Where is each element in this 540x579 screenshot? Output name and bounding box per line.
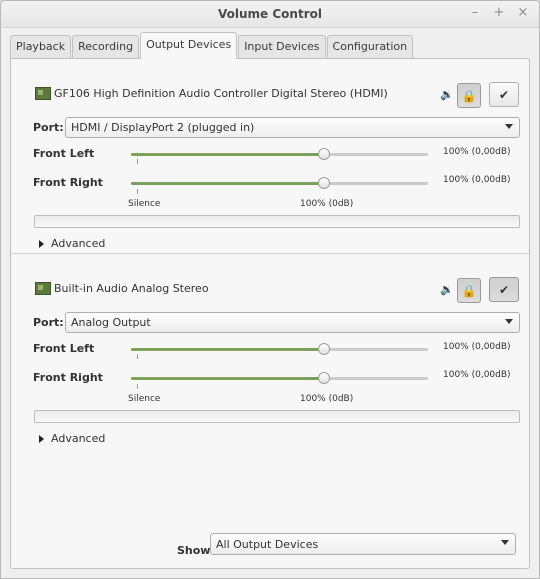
advanced-label: Advanced (51, 432, 106, 445)
window-title: Volume Control (218, 7, 322, 21)
device-name: GF106 High Definition Audio Controller D… (54, 87, 388, 100)
channel-value: 100% (0,00dB) (443, 147, 511, 157)
slider-knob[interactable] (318, 177, 331, 189)
tab-output-devices[interactable]: Output Devices (140, 32, 238, 59)
lock-icon: 🔒 (461, 283, 477, 298)
peak-meter (34, 410, 520, 423)
scale-silence-label: Silence (128, 199, 161, 209)
speaker-icon: 🔉 (440, 88, 454, 101)
channel-value: 100% (0,00dB) (443, 175, 511, 185)
port-value: HDMI / DisplayPort 2 (plugged in) (71, 121, 255, 134)
tab-configuration[interactable]: Configuration (326, 35, 414, 58)
expander-arrow-icon (39, 434, 44, 443)
chevron-down-icon (505, 319, 513, 324)
channel-label: Front Right (33, 371, 103, 384)
port-select[interactable]: Analog Output (65, 312, 520, 333)
lock-channels-button[interactable]: 🔒 (457, 83, 481, 108)
front-left-slider[interactable] (131, 148, 428, 160)
port-label: Port: (33, 121, 64, 134)
speaker-icon: 🔉 (440, 283, 454, 296)
front-right-slider[interactable] (131, 177, 428, 189)
close-icon[interactable]: × (517, 5, 529, 20)
slider-knob[interactable] (318, 372, 331, 384)
sound-card-icon (35, 282, 51, 295)
volume-control-window: Volume Control – + × Playback Recording … (0, 0, 540, 579)
set-default-button[interactable]: ✔ (489, 82, 519, 107)
scale-tick (137, 384, 138, 389)
chevron-down-icon (501, 540, 509, 545)
set-default-button[interactable]: ✔ (489, 277, 519, 302)
peak-meter (34, 215, 520, 228)
scale-tick (137, 159, 138, 164)
scale-silence-label: Silence (128, 394, 161, 404)
device-section: Built-in Audio Analog Stereo 🔉 🔒 ✔ Port:… (11, 253, 529, 445)
tab-input-devices[interactable]: Input Devices (238, 35, 326, 58)
port-select[interactable]: HDMI / DisplayPort 2 (plugged in) (65, 117, 520, 138)
maximize-icon[interactable]: + (493, 5, 505, 20)
slider-knob[interactable] (318, 343, 331, 355)
show-select[interactable]: All Output Devices (210, 533, 516, 555)
channel-value: 100% (0,00dB) (443, 370, 511, 380)
front-right-slider[interactable] (131, 372, 428, 384)
channel-value: 100% (0,00dB) (443, 342, 511, 352)
advanced-label: Advanced (51, 237, 106, 250)
scale-normal-label: 100% (0dB) (300, 394, 354, 404)
advanced-expander[interactable]: Advanced (39, 432, 105, 445)
tab-playback[interactable]: Playback (10, 35, 72, 58)
sound-card-icon (35, 87, 51, 100)
output-devices-panel: GF106 High Definition Audio Controller D… (10, 58, 530, 569)
tab-recording[interactable]: Recording (72, 35, 140, 58)
chevron-down-icon (505, 124, 513, 129)
device-name: Built-in Audio Analog Stereo (54, 282, 209, 295)
advanced-expander[interactable]: Advanced (39, 237, 105, 250)
scale-tick (137, 354, 138, 359)
lock-icon: 🔒 (461, 88, 477, 103)
lock-channels-button[interactable]: 🔒 (457, 278, 481, 303)
tab-bar: Playback Recording Output Devices Input … (10, 32, 530, 59)
port-label: Port: (33, 316, 64, 329)
expander-arrow-icon (39, 239, 44, 248)
checkmark-icon: ✔ (498, 282, 510, 297)
channel-label: Front Left (33, 342, 95, 355)
channel-label: Front Left (33, 147, 95, 160)
window-controls: – + × (469, 5, 529, 20)
scale-normal-label: 100% (0dB) (300, 199, 354, 209)
scale-tick (137, 189, 138, 194)
title-bar[interactable]: Volume Control – + × (1, 1, 539, 28)
show-value: All Output Devices (216, 537, 319, 551)
port-value: Analog Output (71, 316, 151, 329)
channel-label: Front Right (33, 176, 103, 189)
front-left-slider[interactable] (131, 343, 428, 355)
checkmark-icon: ✔ (498, 87, 510, 102)
minimize-icon[interactable]: – (469, 5, 481, 20)
slider-knob[interactable] (318, 148, 331, 160)
